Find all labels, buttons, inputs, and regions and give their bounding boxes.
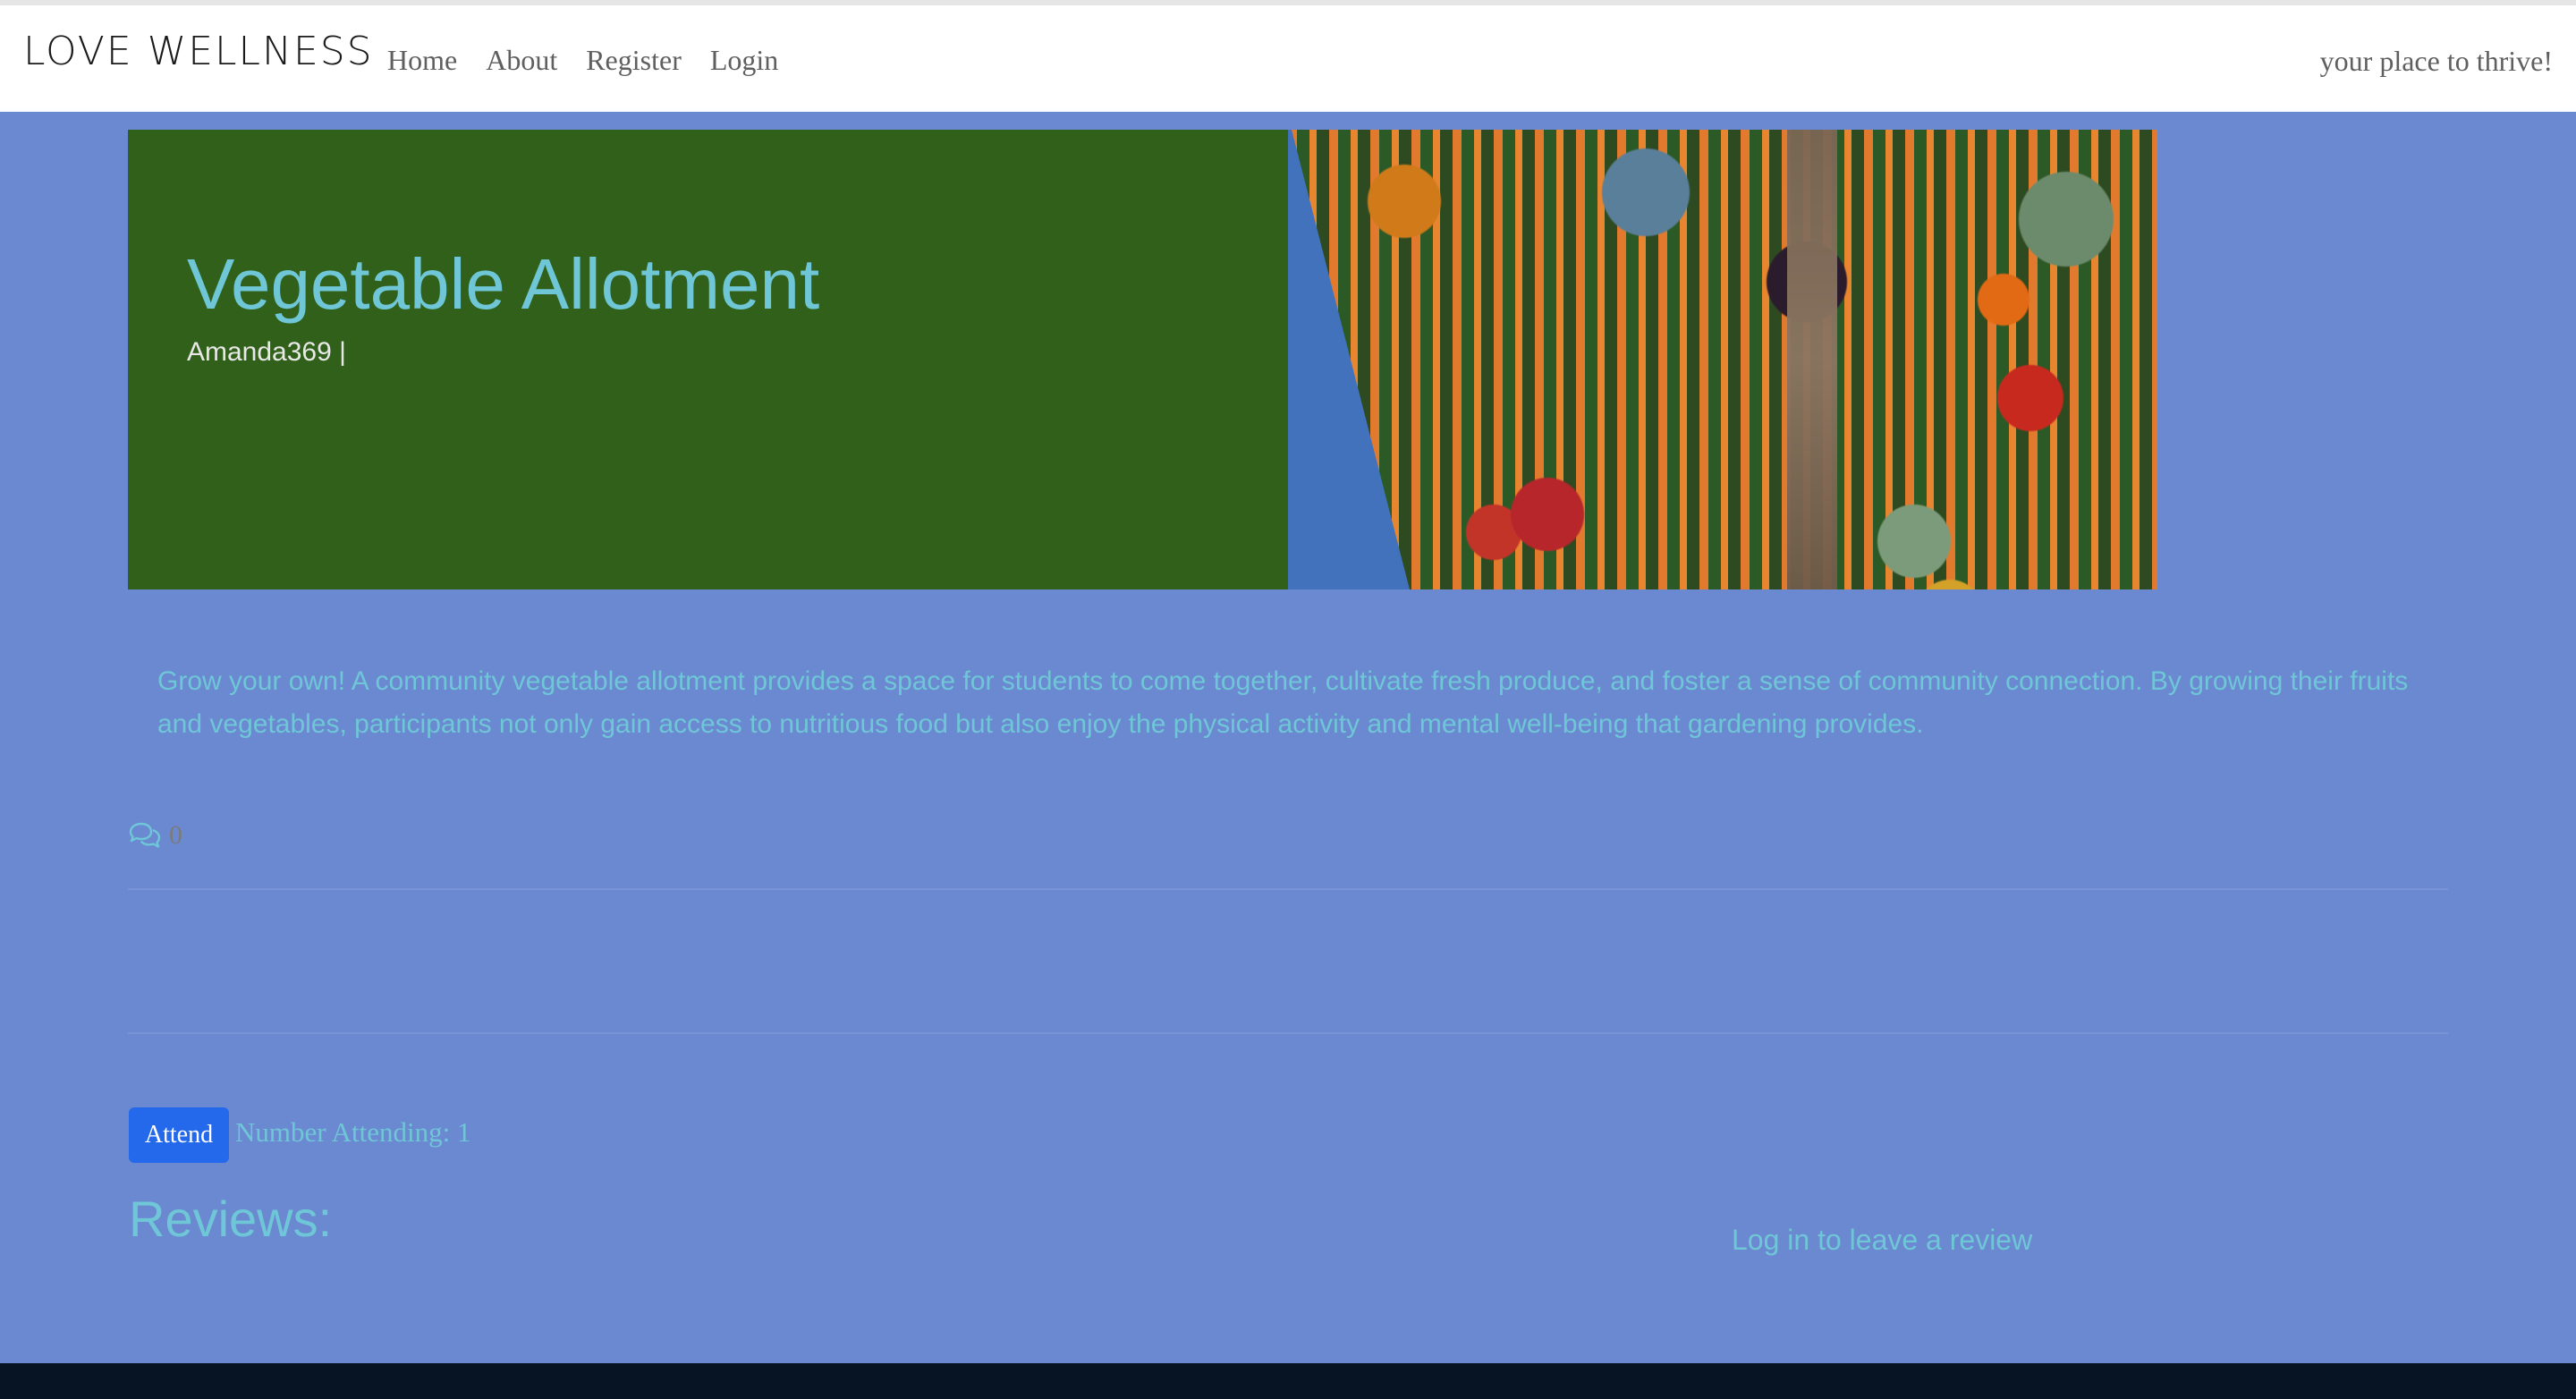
- navbar: LOVE WELLNESS Home About Register Login …: [0, 5, 2576, 112]
- reviews-heading: Reviews:: [129, 1191, 333, 1247]
- comment-count: 0: [169, 820, 182, 850]
- divider: [128, 888, 2448, 890]
- post-description: Grow your own! A community vegetable all…: [157, 666, 2409, 739]
- nav-links: Home About Register Login: [387, 46, 778, 74]
- nav-link-home[interactable]: Home: [387, 46, 457, 74]
- garden-path: [1787, 130, 1837, 589]
- attend-button[interactable]: Attend: [129, 1107, 229, 1163]
- divider: [128, 1032, 2448, 1034]
- vegetable-garden-image: [1288, 130, 2157, 589]
- hero-banner: [128, 130, 2157, 589]
- comment-counter: 0: [128, 821, 182, 850]
- comments-icon: [129, 822, 161, 848]
- attending-count: Number Attending: 1: [235, 1116, 471, 1148]
- login-to-review-link[interactable]: Log in to leave a review: [1732, 1225, 2032, 1254]
- brand-logo[interactable]: LOVE WELLNESS: [23, 32, 374, 72]
- nav-link-register[interactable]: Register: [586, 46, 682, 74]
- footer: [0, 1363, 2576, 1399]
- tagline: your place to thrive!: [2319, 45, 2553, 77]
- nav-link-login[interactable]: Login: [710, 46, 778, 74]
- post-title: Vegetable Allotment: [187, 244, 820, 324]
- nav-link-about[interactable]: About: [486, 46, 557, 74]
- post-author: Amanda369 |: [187, 337, 346, 367]
